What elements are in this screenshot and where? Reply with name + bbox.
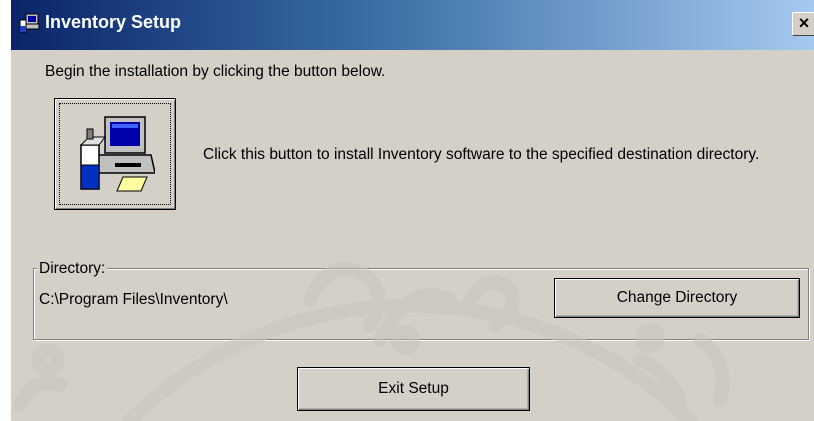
close-icon[interactable]: × bbox=[799, 13, 810, 33]
title-bar[interactable]: Inventory Setup × bbox=[11, 0, 814, 50]
install-description: Click this button to install Inventory s… bbox=[203, 146, 760, 163]
setup-window: Inventory Setup × Begin the installation… bbox=[9, 0, 814, 421]
close-button[interactable]: × bbox=[792, 12, 814, 36]
change-directory-button[interactable]: Change Directory bbox=[554, 278, 800, 318]
intro-text: Begin the installation by clicking the b… bbox=[45, 63, 386, 80]
setup-icon bbox=[19, 13, 40, 33]
directory-path: C:\Program Files\Inventory\ bbox=[39, 291, 228, 308]
install-button[interactable] bbox=[54, 98, 176, 210]
exit-setup-button[interactable]: Exit Setup bbox=[297, 367, 530, 411]
directory-label: Directory: bbox=[37, 260, 108, 278]
window-title: Inventory Setup bbox=[45, 12, 182, 32]
computer-install-icon bbox=[79, 116, 155, 192]
